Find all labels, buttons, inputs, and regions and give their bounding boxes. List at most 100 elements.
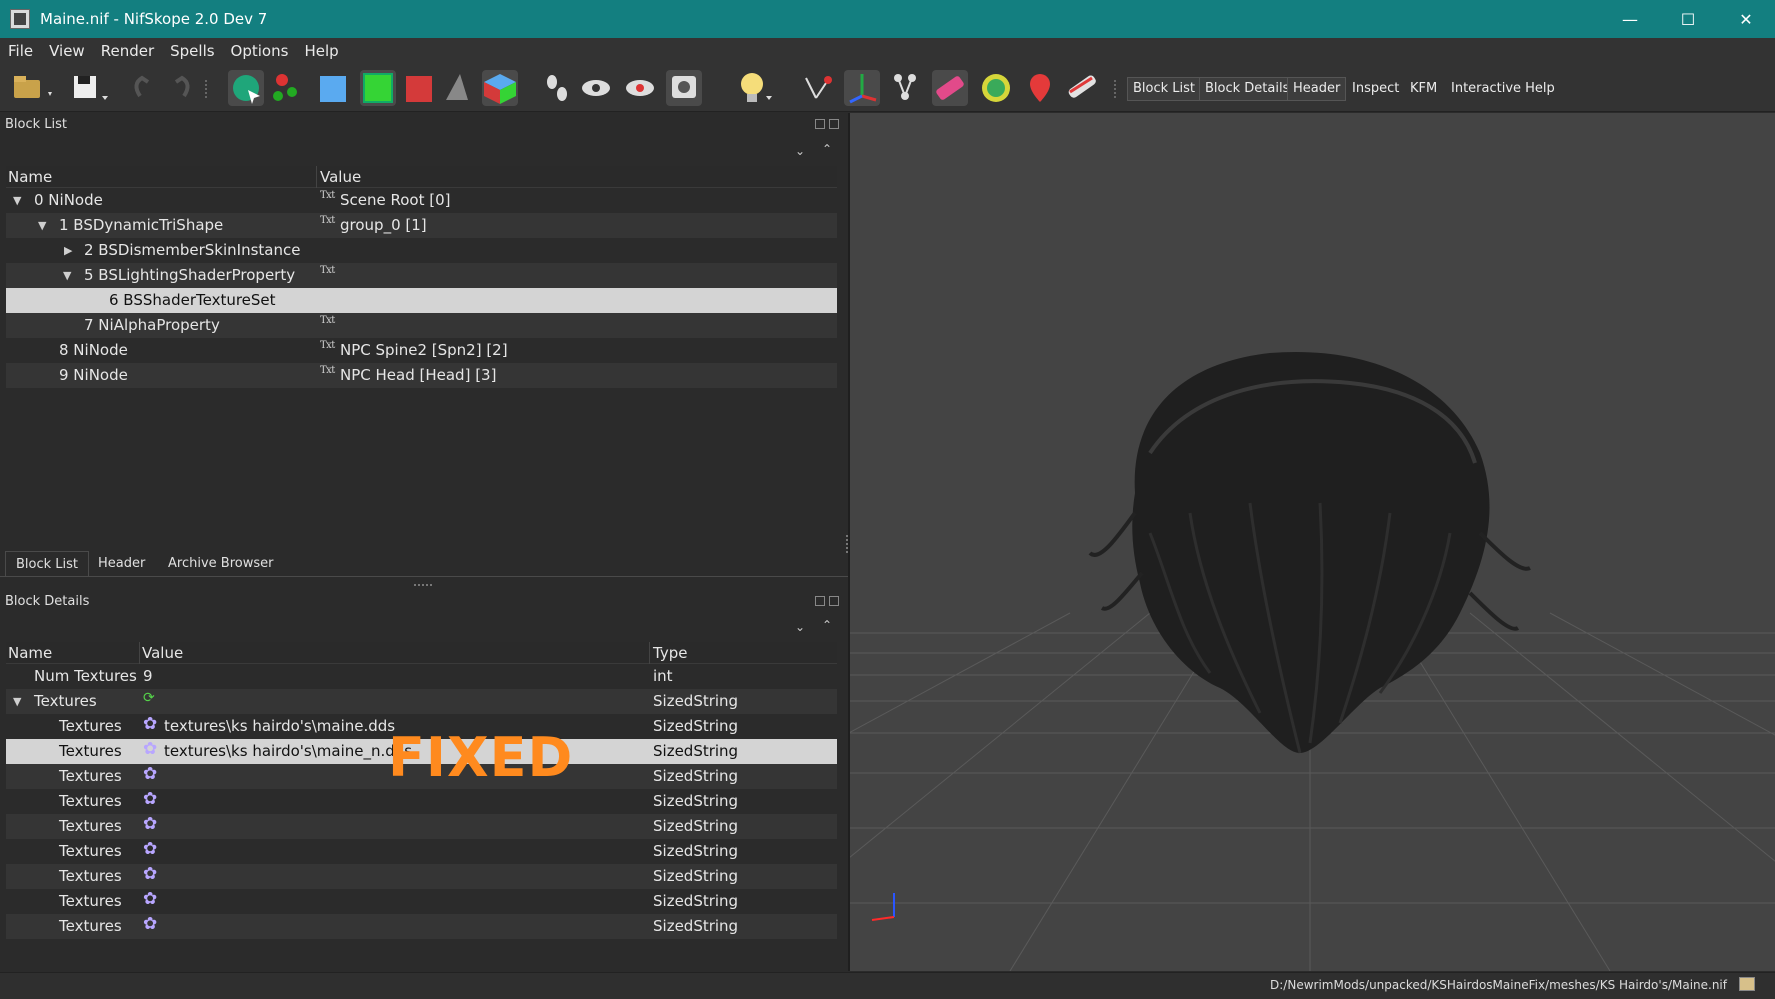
- open-file-icon[interactable]: [14, 76, 52, 98]
- field-value[interactable]: 9: [143, 667, 153, 685]
- update-array-icon[interactable]: ⟳: [143, 690, 155, 706]
- txt-icon: Txt: [320, 215, 335, 226]
- detail-row[interactable]: ▼ Textures ⟳ SizedString: [6, 689, 837, 714]
- field-type: SizedString: [653, 792, 739, 810]
- close-button[interactable]: ✕: [1717, 0, 1775, 38]
- toolbar-kfm-button[interactable]: KFM: [1405, 78, 1442, 100]
- field-type: SizedString: [653, 692, 739, 710]
- view-user-icon[interactable]: [446, 74, 468, 100]
- fixed-overlay-label: FIXED: [388, 726, 574, 789]
- detail-row[interactable]: Textures ✿ SizedString: [6, 889, 837, 914]
- walk-mode-icon[interactable]: [547, 75, 567, 101]
- column-type[interactable]: Type: [653, 644, 687, 662]
- collapse-up-icon[interactable]: ⌃: [822, 142, 832, 156]
- block-name: 7 NiAlphaProperty: [84, 316, 220, 334]
- tree-row[interactable]: ▼ 1 BSDynamicTriShape Txt group_0 [1]: [6, 213, 837, 238]
- menu-view[interactable]: View: [49, 42, 85, 60]
- select-vertex-icon[interactable]: [273, 74, 297, 101]
- lighting-icon[interactable]: [741, 73, 772, 102]
- expand-arrow-icon[interactable]: ▼: [63, 269, 71, 282]
- window-title: Maine.nif - NifSkope 2.0 Dev 7: [40, 10, 268, 28]
- hair-mesh: [1088, 351, 1531, 754]
- texture-icon: ✿: [143, 764, 158, 784]
- block-list-title: Block List: [5, 117, 68, 132]
- field-name: Textures: [59, 917, 122, 935]
- show-skeleton-icon[interactable]: [894, 74, 916, 100]
- detail-row[interactable]: Textures ✿ SizedString: [6, 814, 837, 839]
- tree-row[interactable]: 7 NiAlphaProperty Txt: [6, 313, 837, 338]
- detail-row[interactable]: Textures ✿ SizedString: [6, 914, 837, 939]
- tab-archive-browser[interactable]: Archive Browser: [158, 551, 283, 577]
- toolbar-header-button[interactable]: Header: [1286, 77, 1347, 101]
- status-bar: D:/NewrimMods/unpacked/KSHairdosMaineFix…: [0, 972, 1775, 999]
- column-name[interactable]: Name: [8, 168, 52, 186]
- column-value[interactable]: Value: [320, 168, 361, 186]
- toolbar-inspect-button[interactable]: Inspect: [1347, 78, 1404, 100]
- render-viewport[interactable]: [850, 113, 1775, 971]
- view-top-icon[interactable]: [320, 76, 346, 102]
- expand-arrow-icon[interactable]: ▼: [13, 194, 21, 207]
- save-icon[interactable]: [74, 76, 108, 100]
- field-name: Textures: [34, 692, 97, 710]
- show-normals-icon[interactable]: [805, 76, 832, 99]
- menu-file[interactable]: File: [8, 42, 33, 60]
- collapse-down-icon[interactable]: ⌄: [795, 144, 805, 158]
- texture-icon: ✿: [143, 814, 158, 834]
- maximize-button[interactable]: ☐: [1659, 0, 1717, 38]
- view-front-icon[interactable]: [363, 73, 393, 103]
- detail-row[interactable]: Num Textures 9 int: [6, 664, 837, 689]
- collapse-up-icon[interactable]: ⌃: [822, 618, 832, 632]
- toolbar-interactive-help-button[interactable]: Interactive Help: [1446, 78, 1560, 100]
- field-value[interactable]: textures\ks hairdo's\maine_n.dds: [164, 742, 412, 760]
- toolbar-block-details-button[interactable]: Block Details: [1198, 77, 1296, 101]
- block-name: 6 BSShaderTextureSet: [109, 291, 276, 309]
- close-panel-button[interactable]: [829, 596, 839, 606]
- show-furniture-icon[interactable]: [1067, 74, 1097, 99]
- detail-row[interactable]: Textures ✿ SizedString: [6, 839, 837, 864]
- tree-row-selected[interactable]: 6 BSShaderTextureSet: [6, 288, 837, 313]
- block-details-header: Name Value Type: [6, 642, 837, 664]
- column-name[interactable]: Name: [8, 644, 52, 662]
- toolbar-block-list-button[interactable]: Block List: [1126, 77, 1202, 101]
- tab-block-list[interactable]: Block List: [5, 551, 90, 577]
- field-value[interactable]: textures\ks hairdo's\maine.dds: [164, 717, 395, 735]
- block-value: NPC Spine2 [Spn2] [2]: [340, 341, 508, 359]
- redo-icon[interactable]: [174, 75, 190, 98]
- tab-header[interactable]: Header: [88, 551, 155, 577]
- column-value[interactable]: Value: [142, 644, 183, 662]
- collapse-down-icon[interactable]: ⌄: [795, 620, 805, 634]
- texture-icon: ✿: [143, 739, 158, 759]
- menu-options[interactable]: Options: [231, 42, 289, 60]
- float-panel-button[interactable]: [815, 596, 825, 606]
- expand-arrow-icon[interactable]: ▶: [64, 244, 72, 257]
- undo-icon[interactable]: [134, 75, 150, 98]
- menu-spells[interactable]: Spells: [170, 42, 214, 60]
- expand-arrow-icon[interactable]: ▼: [38, 219, 46, 232]
- close-panel-button[interactable]: [829, 119, 839, 129]
- detail-row[interactable]: Textures ✿ SizedString: [6, 789, 837, 814]
- tree-row[interactable]: ▶ 2 BSDismemberSkinInstance: [6, 238, 837, 263]
- file-path: D:/NewrimMods/unpacked/KSHairdosMaineFix…: [1270, 978, 1727, 992]
- tree-row[interactable]: 8 NiNode Txt NPC Spine2 [Spn2] [2]: [6, 338, 837, 363]
- tree-row[interactable]: ▼ 5 BSLightingShaderProperty Txt: [6, 263, 837, 288]
- viewport-scene: [850, 351, 1775, 971]
- menu-render[interactable]: Render: [101, 42, 154, 60]
- block-list-header: Name Value: [6, 166, 837, 188]
- block-list-tree: Name Value ▼ 0 NiNode Txt Scene Root [0]…: [6, 166, 837, 388]
- tree-row[interactable]: 9 NiNode Txt NPC Head [Head] [3]: [6, 363, 837, 388]
- menu-help[interactable]: Help: [304, 42, 338, 60]
- field-name: Textures: [59, 717, 122, 735]
- tree-row[interactable]: ▼ 0 NiNode Txt Scene Root [0]: [6, 188, 837, 213]
- block-name: 2 BSDismemberSkinInstance: [84, 241, 301, 259]
- view-side-icon[interactable]: [406, 76, 432, 102]
- float-panel-button[interactable]: [815, 119, 825, 129]
- toolbar-icons: [14, 70, 1097, 106]
- show-constraints-icon[interactable]: [1030, 74, 1050, 102]
- minimize-button[interactable]: —: [1601, 0, 1659, 38]
- field-name: Textures: [59, 867, 122, 885]
- horizontal-splitter[interactable]: [414, 584, 432, 586]
- block-name: 0 NiNode: [34, 191, 103, 209]
- expand-arrow-icon[interactable]: ▼: [13, 695, 21, 708]
- detail-row[interactable]: Textures ✿ SizedString: [6, 864, 837, 889]
- field-type: SizedString: [653, 867, 739, 885]
